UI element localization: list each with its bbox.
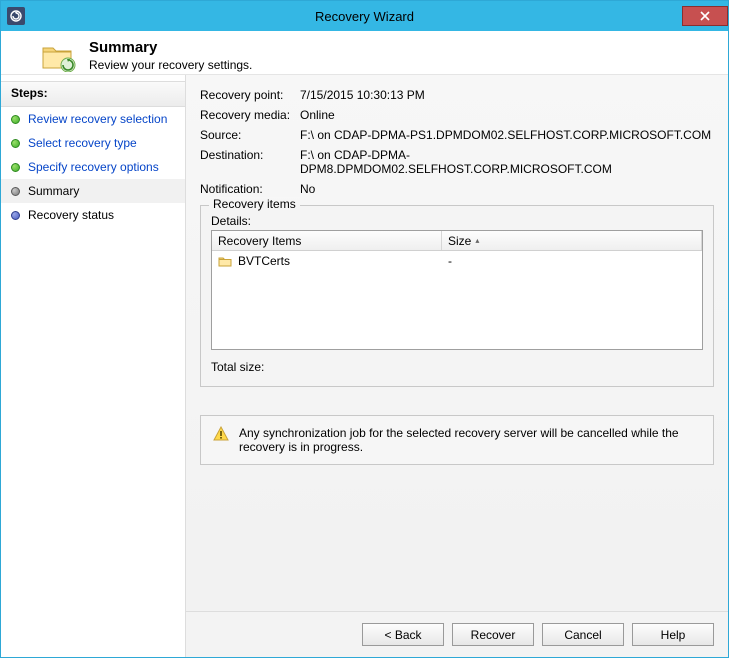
column-label: Recovery Items bbox=[218, 234, 301, 248]
cancel-button[interactable]: Cancel bbox=[542, 623, 624, 646]
step-link[interactable]: Review recovery selection bbox=[28, 112, 167, 126]
sort-asc-icon: ▴ bbox=[475, 236, 479, 245]
step-review-recovery-selection[interactable]: Review recovery selection bbox=[1, 107, 185, 131]
label-source: Source: bbox=[200, 128, 300, 142]
step-link[interactable]: Select recovery type bbox=[28, 136, 137, 150]
recover-button[interactable]: Recover bbox=[452, 623, 534, 646]
label-recovery-point: Recovery point: bbox=[200, 88, 300, 102]
current-step-icon bbox=[11, 187, 20, 196]
check-icon bbox=[11, 163, 20, 172]
folder-icon bbox=[218, 255, 232, 267]
item-name: BVTCerts bbox=[238, 254, 290, 268]
warning-text: Any synchronization job for the selected… bbox=[239, 426, 701, 454]
row-notification: Notification: No bbox=[200, 179, 714, 199]
wizard-header: Summary Review your recovery settings. bbox=[1, 31, 728, 75]
recovery-wizard-window: Recovery Wizard Summary Review your reco… bbox=[0, 0, 729, 658]
wizard-buttons: < Back Recover Cancel Help bbox=[186, 611, 728, 657]
step-link[interactable]: Specify recovery options bbox=[28, 160, 159, 174]
close-icon bbox=[700, 11, 710, 21]
step-recovery-status: Recovery status bbox=[1, 203, 185, 227]
steps-sidebar: Steps: Review recovery selection Select … bbox=[1, 75, 185, 657]
window-title: Recovery Wizard bbox=[1, 9, 728, 24]
check-icon bbox=[11, 115, 20, 124]
row-destination: Destination: F:\ on CDAP-DPMA-DPM8.DPMDO… bbox=[200, 145, 714, 179]
value-recovery-point: 7/15/2015 10:30:13 PM bbox=[300, 88, 714, 102]
close-button[interactable] bbox=[682, 6, 728, 26]
column-label: Size bbox=[448, 234, 471, 248]
list-item[interactable]: BVTCerts - bbox=[212, 251, 702, 271]
total-size-label: Total size: bbox=[211, 360, 264, 374]
value-destination: F:\ on CDAP-DPMA-DPM8.DPMDOM02.SELFHOST.… bbox=[300, 148, 714, 176]
row-source: Source: F:\ on CDAP-DPMA-PS1.DPMDOM02.SE… bbox=[200, 125, 714, 145]
help-button[interactable]: Help bbox=[632, 623, 714, 646]
total-size-row: Total size: bbox=[211, 360, 703, 374]
step-specify-recovery-options[interactable]: Specify recovery options bbox=[1, 155, 185, 179]
check-icon bbox=[11, 139, 20, 148]
header-text: Summary Review your recovery settings. bbox=[89, 39, 252, 72]
recovery-items-group: Recovery items Details: Recovery Items S… bbox=[200, 205, 714, 387]
main-panel: Recovery point: 7/15/2015 10:30:13 PM Re… bbox=[185, 75, 728, 657]
value-notification: No bbox=[300, 182, 714, 196]
value-recovery-media: Online bbox=[300, 108, 714, 122]
back-button[interactable]: < Back bbox=[362, 623, 444, 646]
pending-step-icon bbox=[11, 211, 20, 220]
column-size[interactable]: Size ▴ bbox=[442, 231, 702, 250]
details-label: Details: bbox=[211, 214, 703, 228]
step-label: Recovery status bbox=[28, 208, 114, 222]
steps-heading: Steps: bbox=[1, 81, 185, 107]
row-recovery-point: Recovery point: 7/15/2015 10:30:13 PM bbox=[200, 85, 714, 105]
wizard-body: Steps: Review recovery selection Select … bbox=[1, 75, 728, 657]
warning-icon bbox=[213, 426, 229, 442]
item-size: - bbox=[448, 254, 452, 268]
list-header: Recovery Items Size ▴ bbox=[212, 231, 702, 251]
value-source: F:\ on CDAP-DPMA-PS1.DPMDOM02.SELFHOST.C… bbox=[300, 128, 714, 142]
label-recovery-media: Recovery media: bbox=[200, 108, 300, 122]
page-title: Summary bbox=[89, 39, 252, 56]
app-icon bbox=[7, 7, 25, 25]
label-notification: Notification: bbox=[200, 182, 300, 196]
summary-header-icon bbox=[41, 40, 77, 72]
row-recovery-media: Recovery media: Online bbox=[200, 105, 714, 125]
recovery-items-list[interactable]: Recovery Items Size ▴ BVTCerts bbox=[211, 230, 703, 350]
titlebar: Recovery Wizard bbox=[1, 1, 728, 31]
page-subtitle: Review your recovery settings. bbox=[89, 58, 252, 72]
step-summary[interactable]: Summary bbox=[1, 179, 185, 203]
recovery-items-legend: Recovery items bbox=[209, 197, 300, 211]
step-label: Summary bbox=[28, 184, 79, 198]
column-recovery-items[interactable]: Recovery Items bbox=[212, 231, 442, 250]
label-destination: Destination: bbox=[200, 148, 300, 176]
warning-panel: Any synchronization job for the selected… bbox=[200, 415, 714, 465]
step-select-recovery-type[interactable]: Select recovery type bbox=[1, 131, 185, 155]
